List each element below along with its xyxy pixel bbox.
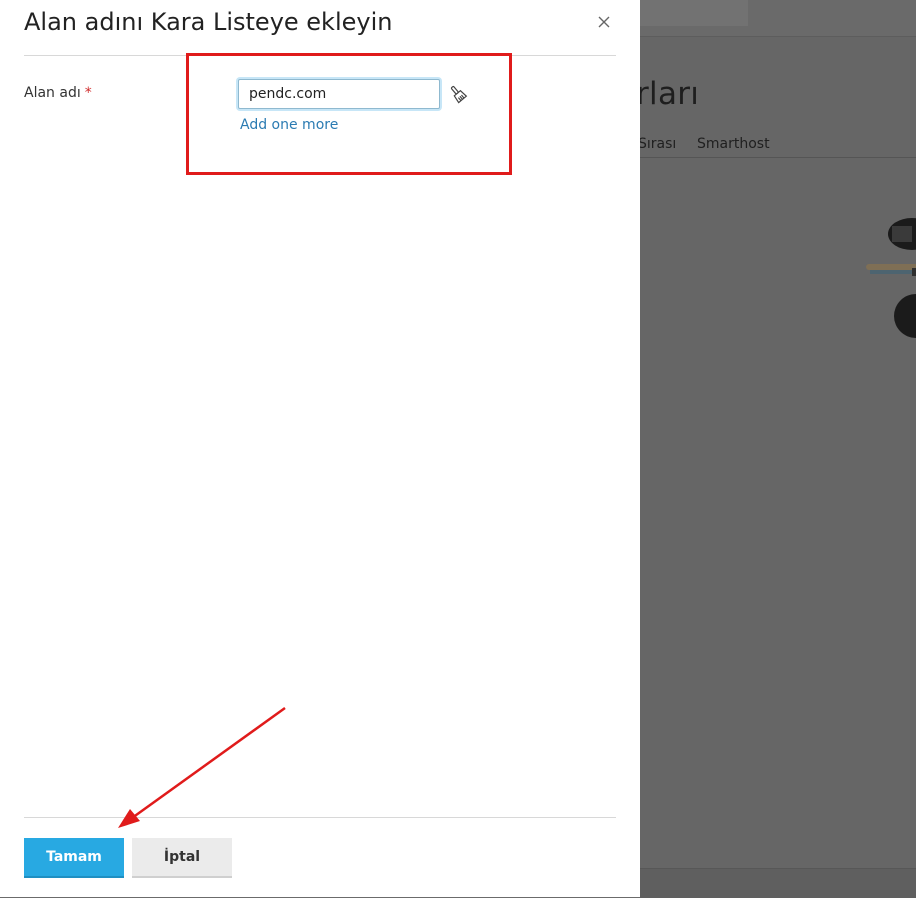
background-tab-divider <box>640 157 916 158</box>
required-marker: * <box>84 85 92 101</box>
background-page: rları Sırası Smarthost <box>636 0 916 898</box>
background-topbar <box>640 0 916 37</box>
cancel-button[interactable]: İptal <box>132 838 232 878</box>
background-footer <box>640 868 916 898</box>
background-page-title: rları <box>636 76 700 112</box>
background-tab-smarthost: Smarthost <box>697 136 770 152</box>
background-tab-queue: Sırası <box>638 136 677 152</box>
dialog-title: Alan adını Kara Listeye ekleyin <box>24 8 393 36</box>
domain-label-text: Alan adı <box>24 85 81 101</box>
background-illustration <box>866 218 916 338</box>
annotation-highlight-box <box>186 53 512 175</box>
close-icon[interactable] <box>594 12 614 32</box>
annotation-arrow <box>118 706 286 828</box>
ok-button[interactable]: Tamam <box>24 838 124 878</box>
add-to-blacklist-dialog: Alan adını Kara Listeye ekleyin Alan adı… <box>0 0 640 897</box>
background-search-box <box>640 0 748 26</box>
domain-field-label: Alan adı * <box>24 85 92 101</box>
